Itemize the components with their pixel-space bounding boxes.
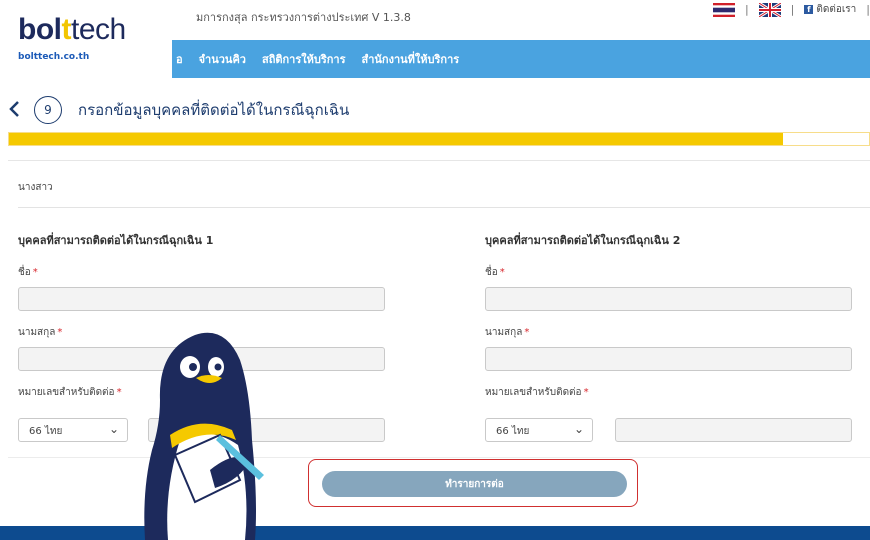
- back-chevron-icon[interactable]: [8, 99, 28, 121]
- step-number: 9: [34, 96, 62, 124]
- progress-bar: [8, 132, 870, 146]
- contact1-first-name-input[interactable]: [18, 287, 385, 311]
- facebook-icon: f: [804, 5, 814, 14]
- separator: |: [744, 3, 749, 16]
- penguin-mascot: [140, 330, 275, 540]
- contact1-title: บุคคลที่สามารถติดต่อได้ในกรณีฉุกเฉิน 1: [18, 234, 214, 247]
- contact2-last-name-label: นามสกุล *: [485, 327, 530, 338]
- thai-flag-icon[interactable]: [712, 2, 735, 17]
- contact1-phone-label: หมายเลขสำหรับติดต่อ *: [18, 387, 122, 398]
- step-header: 9 กรอกข้อมูลบุคคลที่ติดต่อได้ในกรณีฉุกเฉ…: [8, 94, 349, 126]
- contact1-country-code-select[interactable]: 66 ไทย ⌄: [18, 418, 128, 442]
- contact2-phone-input[interactable]: [615, 418, 852, 442]
- site-subtitle: มการกงสุล กระทรวงการต่างประเทศ V 1.3.8: [196, 11, 411, 24]
- language-bar: | | f ติดต่อเรา |: [712, 1, 870, 18]
- contact2-country-code-select[interactable]: 66 ไทย ⌄: [485, 418, 593, 442]
- footer-bar: [0, 526, 870, 540]
- contact2-title: บุคคลที่สามารถติดต่อได้ในกรณีฉุกเฉิน 2: [485, 234, 681, 247]
- logo-wordmark: bolttech: [18, 13, 126, 46]
- nav-item-offices[interactable]: สำนักงานที่ให้บริการ: [362, 50, 460, 68]
- nav-item-partial[interactable]: อ: [176, 50, 183, 68]
- contact-link[interactable]: f ติดต่อเรา: [804, 2, 856, 17]
- contact2-first-name-input[interactable]: [485, 287, 852, 311]
- chevron-down-icon: ⌄: [108, 422, 119, 436]
- contact2-phone-label: หมายเลขสำหรับติดต่อ *: [485, 387, 589, 398]
- separator: |: [790, 3, 795, 16]
- bolttech-logo: bolttech bolttech.co.th: [0, 0, 172, 78]
- chevron-down-icon: ⌄: [573, 422, 584, 436]
- contact2-first-name-label: ชื่อ *: [485, 267, 505, 278]
- submit-highlight: ทำรายการต่อ: [308, 459, 638, 507]
- continue-button[interactable]: ทำรายการต่อ: [322, 471, 627, 497]
- uk-flag-icon[interactable]: [757, 1, 782, 18]
- nav-item-statistics[interactable]: สถิติการให้บริการ: [262, 50, 346, 68]
- contact1-first-name-label: ชื่อ *: [18, 267, 38, 278]
- title-prefix-value: นางสาว: [18, 182, 53, 193]
- contact2-last-name-input[interactable]: [485, 347, 852, 371]
- separator: |: [866, 3, 870, 16]
- page-title: กรอกข้อมูลบุคคลที่ติดต่อได้ในกรณีฉุกเฉิน: [78, 101, 350, 119]
- contact-label: ติดต่อเรา: [816, 4, 857, 15]
- logo-url: bolttech.co.th: [18, 52, 90, 62]
- nav-item-queue[interactable]: จำนวนคิว: [199, 50, 246, 68]
- divider: [18, 207, 870, 208]
- contact1-last-name-label: นามสกุล *: [18, 327, 63, 338]
- progress-fill: [9, 133, 783, 145]
- emergency-contact-form: นางสาว บุคคลที่สามารถติดต่อได้ในกรณีฉุกเ…: [8, 160, 870, 458]
